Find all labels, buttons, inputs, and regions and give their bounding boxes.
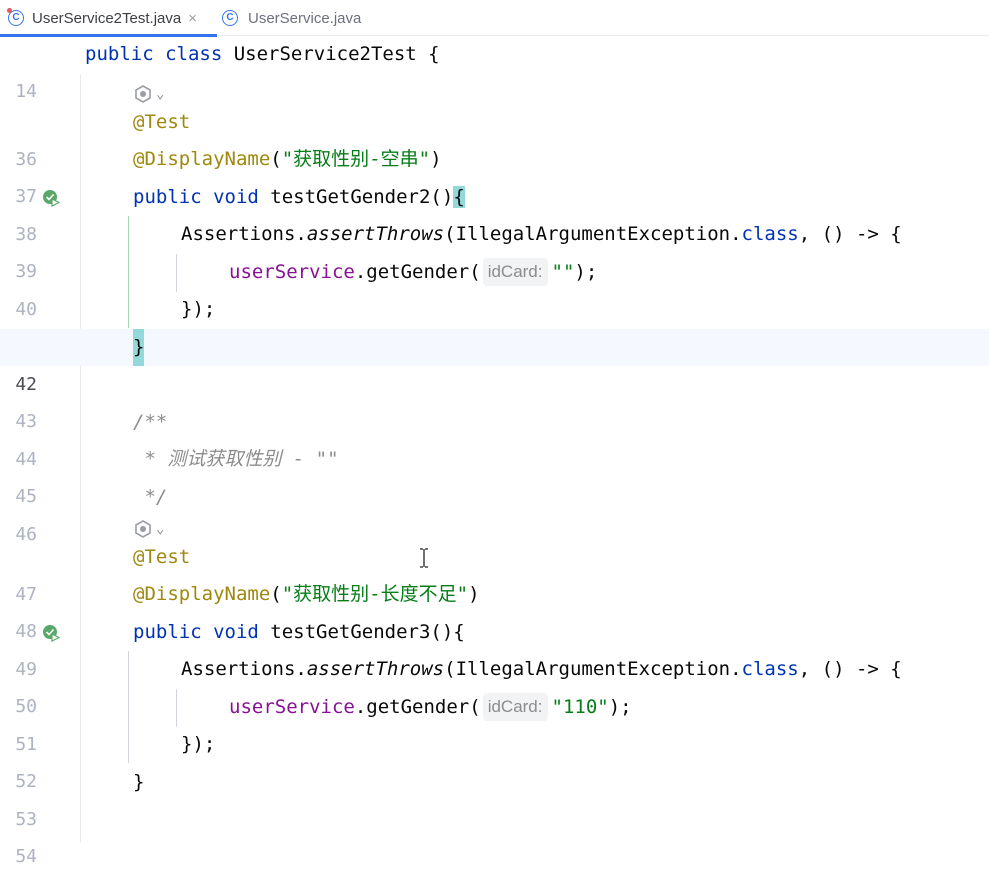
chevron-down-icon: ⌄ (156, 521, 165, 537)
paren: ) (430, 148, 442, 170)
string-literal: "获取性别-空串" (281, 148, 431, 170)
matched-brace: } (133, 329, 145, 366)
keyword: public void (133, 621, 271, 643)
code-line[interactable]: 49 public void testGetGender3(){ (0, 614, 989, 680)
tab-userservice[interactable]: C UserService.java (220, 0, 361, 36)
java-class-icon: C (222, 10, 238, 26)
method-name: testGetGender2() (270, 186, 454, 208)
code-line[interactable]: 48 @DisplayName("获取性别-长度不足") (0, 576, 989, 642)
string-literal: "110" (551, 696, 609, 718)
keyword: public class (85, 43, 234, 65)
method-name: testGetGender3(){ (270, 621, 465, 643)
code-line[interactable]: 36 @Test (0, 104, 989, 170)
code-text: }); (181, 298, 216, 320)
codevision-icon (135, 520, 151, 538)
paren: ( (270, 148, 282, 170)
tab-userservice2test[interactable]: C UserService2Test.java × (0, 0, 217, 37)
code-line[interactable]: 38 public void testGetGender2(){ (0, 179, 989, 245)
class-ref: Assertions. (181, 658, 307, 680)
code-line[interactable]: 45 * 测试获取性别 - "" (0, 441, 989, 507)
annotation: @DisplayName (133, 148, 271, 170)
arguments: (IllegalArgumentException. (444, 223, 742, 245)
code-line[interactable]: 54 (0, 801, 989, 867)
code-text: } (133, 771, 145, 793)
code-text: }); (181, 733, 216, 755)
code-line[interactable]: 44 /** (0, 404, 989, 470)
codevision-icon (135, 85, 151, 103)
editor-tab-bar: C UserService2Test.java × C UserService.… (0, 0, 989, 37)
field-ref: userService (229, 261, 355, 283)
code-line[interactable]: 14 public class UserService2Test { (0, 36, 989, 102)
java-class-icon: C (7, 8, 24, 26)
doc-comment: /** (133, 411, 168, 433)
lambda: , () -> { (798, 658, 902, 680)
method-call: .getGender( (354, 696, 481, 718)
chevron-down-icon: ⌄ (156, 86, 165, 102)
code-line-current[interactable]: 42 } (0, 329, 989, 395)
line-number: 54 (15, 846, 37, 867)
doc-comment: */ (133, 486, 168, 508)
keyword: public void (133, 186, 271, 208)
text-cursor-icon (420, 548, 428, 568)
code-line[interactable]: 51 userService.getGender(idCard: "110"); (0, 689, 989, 755)
method-call: .getGender( (354, 261, 481, 283)
statement-end: ); (608, 696, 632, 718)
class-ref: Assertions. (181, 223, 307, 245)
paren: ( (270, 583, 282, 605)
string-literal: "" (551, 261, 575, 283)
code-line[interactable]: 52 }); (0, 726, 989, 792)
tab-label: UserService2Test.java (32, 9, 182, 27)
parameter-hint: idCard: (482, 693, 548, 721)
code-line[interactable]: 39 Assertions.assertThrows(IllegalArgume… (0, 216, 989, 282)
code-line[interactable]: 40 userService.getGender(idCard: ""); (0, 254, 989, 320)
tab-label: UserService.java (248, 9, 362, 27)
code-line[interactable]: 53 } (0, 764, 989, 830)
code-line[interactable]: 47 @Test (0, 539, 989, 605)
field-ref: userService (229, 696, 355, 718)
keyword: class (741, 658, 799, 680)
string-literal: "获取性别-长度不足" (281, 583, 469, 605)
code-line[interactable]: 46 */ (0, 479, 989, 545)
close-icon[interactable]: × (188, 10, 197, 27)
code-line[interactable]: 41 }); (0, 291, 989, 357)
doc-comment: * 测试获取性别 - "" (133, 448, 339, 470)
run-test-icon[interactable] (42, 624, 60, 642)
arguments: (IllegalArgumentException. (444, 658, 742, 680)
class-name: UserService2Test { (233, 43, 440, 65)
static-method: assertThrows (306, 658, 445, 680)
code-line[interactable]: 37 @DisplayName("获取性别-空串") (0, 141, 989, 207)
run-test-icon[interactable] (42, 189, 60, 207)
static-method: assertThrows (306, 223, 445, 245)
paren: ) (468, 583, 480, 605)
lambda: , () -> { (798, 223, 902, 245)
annotation: @DisplayName (133, 583, 271, 605)
annotation: @Test (133, 111, 191, 133)
code-line[interactable]: 50 Assertions.assertThrows(IllegalArgume… (0, 651, 989, 717)
keyword: class (741, 223, 799, 245)
annotation: @Test (133, 546, 191, 568)
code-line[interactable]: 43 (0, 366, 989, 432)
parameter-hint: idCard: (482, 258, 548, 286)
matched-brace: { (453, 186, 465, 208)
statement-end: ); (574, 261, 598, 283)
